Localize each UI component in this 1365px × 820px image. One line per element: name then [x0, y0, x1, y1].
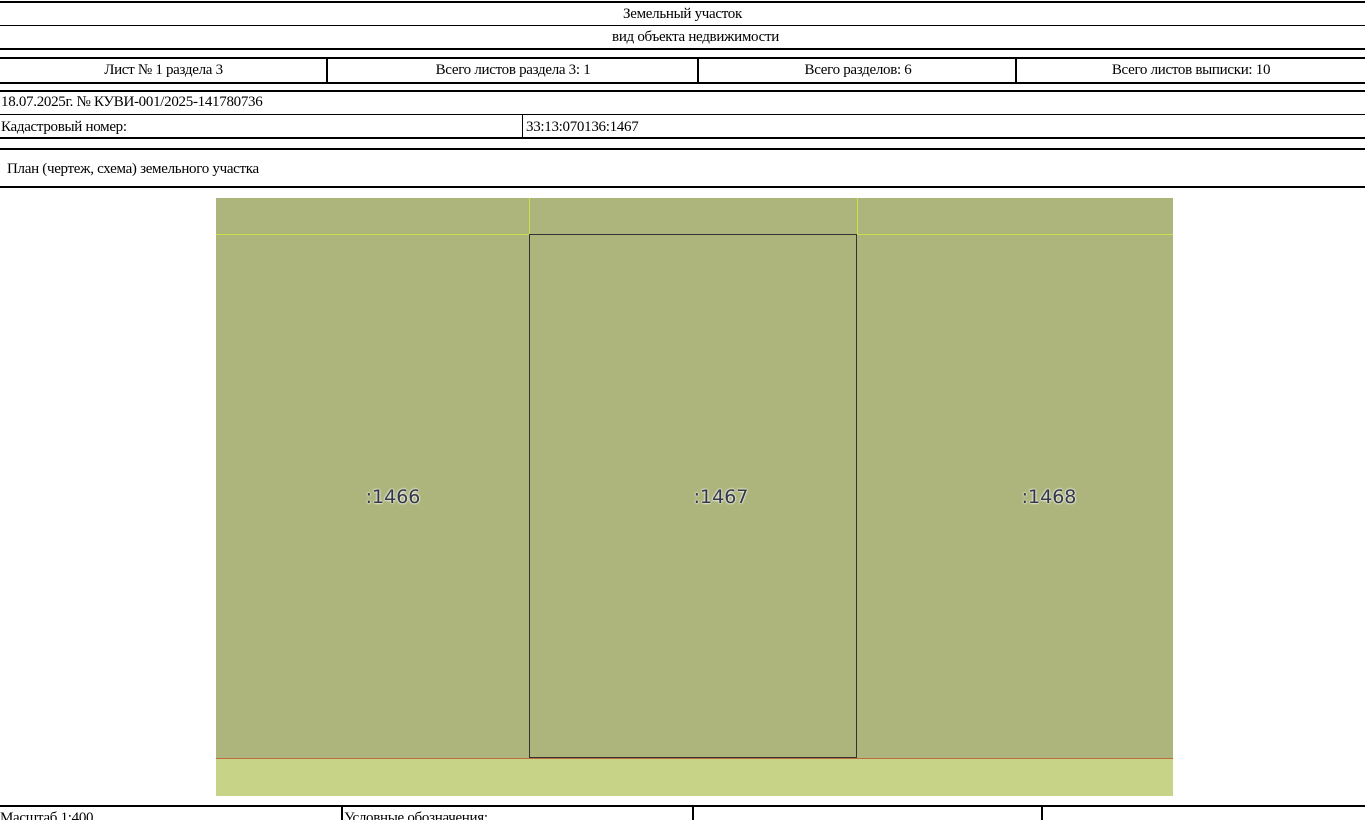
rule — [0, 48, 1365, 50]
rule — [0, 1, 1365, 3]
total-sections: Всего разделов: 6 — [804, 62, 912, 78]
extract-reference: 18.07.2025г. № КУВИ-001/2025-141780736 — [1, 94, 263, 110]
scale-label: Масштаб 1:400 — [0, 810, 94, 820]
land-plan-drawing: :1466 :1467 :1468 — [216, 198, 1173, 796]
neighbor-boundary-line — [529, 198, 530, 234]
neighbor-boundary-line — [857, 198, 858, 234]
rule — [0, 805, 1365, 807]
rule — [0, 82, 1365, 84]
road-strip — [216, 758, 1173, 796]
cadastral-number: 33:13:070136:1467 — [526, 119, 639, 135]
rule — [0, 148, 1365, 150]
rule — [0, 114, 1365, 115]
legend-label: Условные обозначения: — [344, 810, 488, 820]
rule — [0, 186, 1365, 188]
total-sheets-section: Всего листов раздела 3: 1 — [435, 62, 591, 78]
divider — [522, 115, 523, 138]
divider — [1041, 805, 1043, 820]
parcel-label-1468: :1468 — [1021, 486, 1077, 508]
parcel-label-1466: :1466 — [365, 486, 421, 508]
plan-title: План (чертеж, схема) земельного участка — [7, 161, 259, 177]
extract-page: Земельный участок вид объекта недвижимос… — [0, 0, 1365, 820]
rule — [0, 25, 1365, 26]
object-type: Земельный участок — [623, 6, 742, 22]
sheet-number: Лист № 1 раздела 3 — [104, 62, 223, 78]
rule — [0, 57, 1365, 59]
parcel-label-1467: :1467 — [693, 486, 749, 508]
rule — [0, 137, 1365, 139]
cadastral-label: Кадастровый номер: — [1, 119, 127, 135]
total-sheets-extract: Всего листов выписки: 10 — [1111, 62, 1271, 78]
object-kind-caption: вид объекта недвижимости — [612, 29, 779, 45]
divider — [341, 805, 343, 820]
divider — [692, 805, 694, 820]
